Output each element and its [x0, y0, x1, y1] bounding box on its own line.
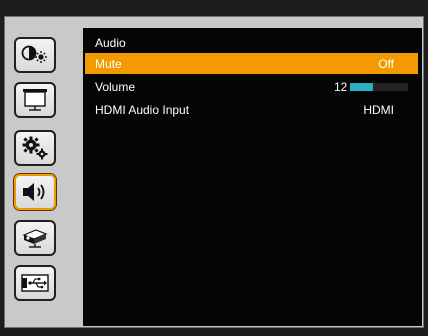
sidebar [4, 16, 83, 328]
menu-item-hdmi-audio-input[interactable]: HDMI Audio Input HDMI [85, 99, 418, 120]
usb-icon [20, 272, 50, 294]
menu-item-value: HDMI [363, 103, 394, 117]
volume-slider-fill [350, 83, 374, 91]
menu-item-value: Off [378, 57, 394, 71]
menu-item-label: Mute [95, 57, 122, 71]
sidebar-item-setup[interactable] [14, 130, 56, 166]
audio-menu-panel: Audio Mute Off Volume 12 HDMI Audio Inpu… [83, 28, 422, 326]
sidebar-item-audio[interactable] [14, 174, 56, 210]
menu-item-label: HDMI Audio Input [95, 103, 190, 117]
screen-icon [21, 87, 49, 113]
brightness-contrast-icon [20, 44, 50, 66]
sidebar-item-display[interactable] [14, 82, 56, 118]
sidebar-item-image[interactable] [14, 37, 56, 73]
menu-item-mute[interactable]: Mute Off [85, 53, 418, 74]
menu-item-label: Volume [95, 80, 136, 94]
gears-icon [20, 135, 50, 161]
sidebar-item-usb[interactable] [14, 265, 56, 301]
projector-icon [20, 226, 50, 250]
menu-item-volume[interactable]: Volume 12 [85, 76, 418, 97]
sidebar-item-options[interactable] [14, 220, 56, 256]
volume-value: 12 [334, 80, 348, 94]
menu-title: Audio [95, 36, 126, 50]
speaker-icon [20, 180, 50, 204]
volume-slider[interactable] [350, 83, 408, 91]
